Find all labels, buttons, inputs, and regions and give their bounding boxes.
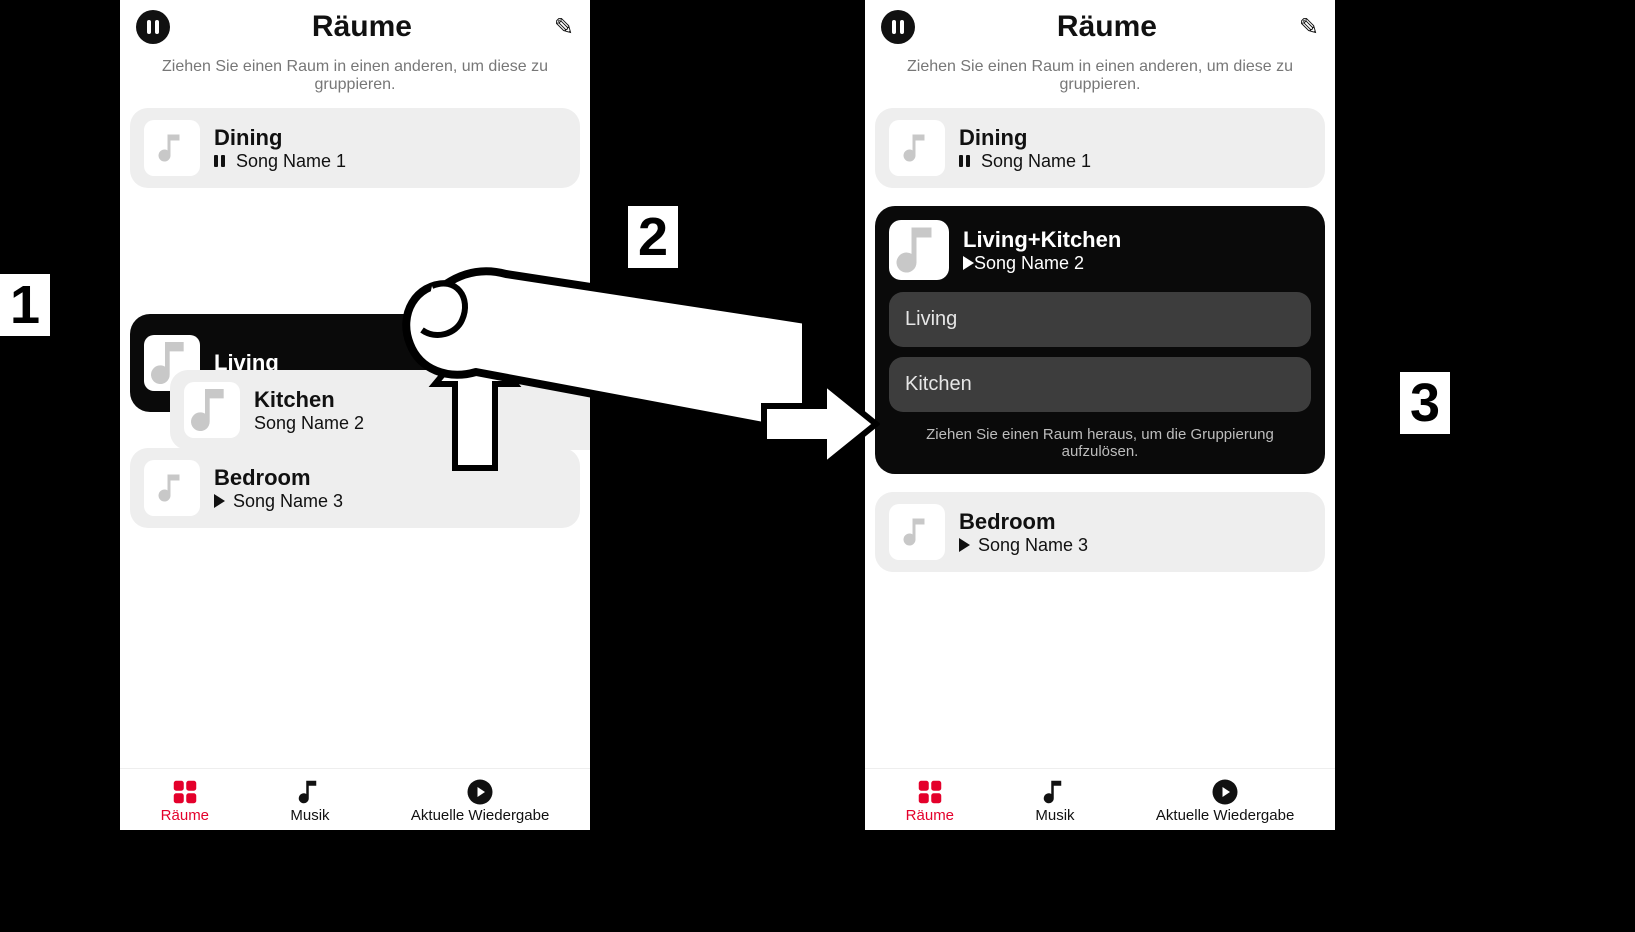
music-icon — [295, 777, 325, 807]
transition-arrow — [760, 374, 880, 479]
group-song: Song Name 2 — [963, 253, 1121, 274]
room-name: Dining — [214, 125, 346, 151]
group-hint: Ziehen Sie einen Raum heraus, um die Gru… — [889, 422, 1311, 462]
global-pause-button[interactable] — [881, 10, 915, 44]
room-name: Dining — [959, 125, 1091, 151]
room-group-card[interactable]: Living+Kitchen Song Name 2 Living Kitche… — [875, 206, 1325, 474]
tab-bar: Räume Musik Aktuelle Wiedergabe — [865, 768, 1335, 830]
step-1-arrow — [56, 294, 126, 334]
step-3-badge: 3 — [1400, 372, 1450, 434]
room-card-dining[interactable]: Dining Song Name 1 — [130, 108, 580, 188]
nowplaying-icon — [1210, 777, 1240, 807]
album-art-icon — [889, 120, 945, 176]
room-song: Song Name 3 — [214, 491, 343, 512]
page-subhead: Ziehen Sie einen Raum in einen anderen, … — [865, 48, 1335, 108]
room-song: Song Name 1 — [959, 151, 1091, 172]
rooms-icon — [915, 777, 945, 807]
screen-after: Räume ✎ Ziehen Sie einen Raum in einen a… — [865, 0, 1335, 830]
tab-nowplaying[interactable]: Aktuelle Wiedergabe — [411, 777, 549, 824]
group-name: Living+Kitchen — [963, 227, 1121, 253]
page-subhead: Ziehen Sie einen Raum in einen anderen, … — [120, 48, 590, 108]
nowplaying-icon — [465, 777, 495, 807]
step-3-arrow — [1336, 390, 1406, 430]
music-icon — [1040, 777, 1070, 807]
page-title: Räume — [915, 10, 1299, 44]
edit-icon[interactable]: ✎ — [554, 13, 574, 42]
finger-gesture-icon — [386, 254, 816, 504]
album-art-icon — [889, 220, 949, 280]
titlebar: Räume ✎ — [120, 0, 590, 48]
room-list: Dining Song Name 1 Living+Kitchen — [865, 108, 1335, 768]
album-art-icon — [889, 504, 945, 560]
room-card-dining[interactable]: Dining Song Name 1 — [875, 108, 1325, 188]
rooms-icon — [170, 777, 200, 807]
global-pause-button[interactable] — [136, 10, 170, 44]
tab-music[interactable]: Musik — [1035, 777, 1074, 824]
room-name: Bedroom — [959, 509, 1088, 535]
tab-nowplaying[interactable]: Aktuelle Wiedergabe — [1156, 777, 1294, 824]
album-art-icon — [144, 460, 200, 516]
play-icon — [959, 538, 970, 552]
tab-label: Aktuelle Wiedergabe — [1156, 807, 1294, 824]
tab-rooms[interactable]: Räume — [161, 777, 209, 824]
edit-icon[interactable]: ✎ — [1299, 13, 1319, 42]
play-icon — [214, 494, 225, 508]
pause-icon — [959, 151, 973, 172]
tab-label: Räume — [906, 807, 954, 824]
pause-icon — [214, 151, 228, 172]
tab-label: Musik — [1035, 807, 1074, 824]
tab-label: Räume — [161, 807, 209, 824]
tab-music[interactable]: Musik — [290, 777, 329, 824]
group-member[interactable]: Kitchen — [889, 357, 1311, 412]
album-art-icon — [144, 120, 200, 176]
play-icon — [963, 256, 974, 270]
tab-rooms[interactable]: Räume — [906, 777, 954, 824]
page-title: Räume — [170, 10, 554, 44]
tab-label: Aktuelle Wiedergabe — [411, 807, 549, 824]
step-1-badge: 1 — [0, 274, 50, 336]
group-member[interactable]: Living — [889, 292, 1311, 347]
room-name: Bedroom — [214, 465, 343, 491]
room-song: Song Name 3 — [959, 535, 1088, 556]
tab-bar: Räume Musik Aktuelle Wiedergabe — [120, 768, 590, 830]
titlebar: Räume ✎ — [865, 0, 1335, 48]
tab-label: Musik — [290, 807, 329, 824]
room-card-bedroom[interactable]: Bedroom Song Name 3 — [875, 492, 1325, 572]
room-song: Song Name 1 — [214, 151, 346, 172]
